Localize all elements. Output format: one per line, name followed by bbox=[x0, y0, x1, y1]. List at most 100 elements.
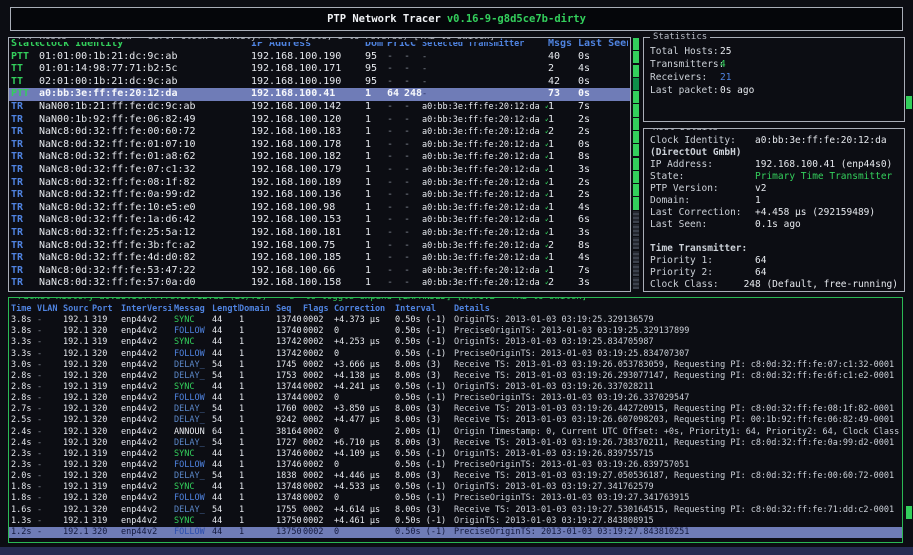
host-clock-identity-cell: NaNc8:0d:32:ff:fe:01:07:10 bbox=[39, 139, 251, 152]
statistics-label: Total Hosts: bbox=[650, 45, 720, 58]
host-details-label: (DirectOut GmbH) bbox=[650, 147, 755, 159]
packet-row[interactable]: 2.5s-192.1320enp44v2DELAY_54192420002+4.… bbox=[9, 415, 902, 426]
packet-interval-cell: 2.00s (1) bbox=[395, 427, 454, 438]
host-selected-transmitter-cell: a0:bb:3e:ff:fe:20:12:da ✓ bbox=[422, 139, 548, 152]
hosts-scrollbar-cell[interactable] bbox=[633, 104, 639, 116]
packet-row[interactable]: 3.3s-192.1320enp44v2FOLLOW44113742000200… bbox=[9, 349, 902, 360]
hosts-scrollbar-cell[interactable] bbox=[633, 277, 639, 289]
packet-messag-cell: DELAY_ bbox=[174, 404, 212, 415]
host-row[interactable]: TRNaNc8:0d:32:ff:fe:4d:d0:82192.168.100.… bbox=[9, 252, 630, 265]
host-msgs-cell: 1 bbox=[548, 265, 578, 278]
host-last-seen-cell: 3s bbox=[578, 227, 628, 240]
hosts-scrollbar-cell[interactable] bbox=[633, 211, 639, 223]
hosts-scrollbar-cell[interactable] bbox=[633, 118, 639, 130]
host-row[interactable]: TRNaNc8:0d:32:ff:fe:0a:99:d2192.168.100.… bbox=[9, 189, 630, 202]
packet-row[interactable]: 1.3s-192.1319enp44v2SYNC441137500002+4.4… bbox=[9, 516, 902, 527]
hosts-scrollbar-cell[interactable] bbox=[633, 237, 639, 249]
host-clock-identity-cell: NaNc8:0d:32:ff:fe:01:a8:62 bbox=[39, 151, 251, 164]
host-msgs-cell: 1 bbox=[548, 151, 578, 164]
packet-row[interactable]: 2.3s-192.1319enp44v2SYNC441137460002+4.1… bbox=[9, 449, 902, 460]
packet-row[interactable]: 2.8s-192.1319enp44v2SYNC441137440002+4.2… bbox=[9, 382, 902, 393]
host-row[interactable]: TRNaN00:1b:21:ff:fe:dc:9c:ab192.168.100.… bbox=[9, 101, 630, 114]
host-msgs-cell: 2 bbox=[548, 126, 578, 139]
transmitter-check-icon: ✓ bbox=[540, 165, 548, 175]
packet-port-cell: 320 bbox=[92, 505, 121, 516]
hosts-scrollbar-cell[interactable] bbox=[633, 224, 639, 236]
right-scrollbar-thumb[interactable] bbox=[906, 506, 912, 519]
statistics-value: 25 bbox=[720, 45, 731, 58]
hosts-scrollbar-cell[interactable] bbox=[633, 197, 639, 209]
host-row[interactable]: TT01:01:14:98:77:71:b2:5c192.168.100.171… bbox=[9, 63, 630, 76]
packet-row[interactable]: 3.8s-192.1320enp44v2FOLLOW44113740000200… bbox=[9, 326, 902, 337]
packet-versi-cell: v2 bbox=[147, 337, 174, 348]
packet-row[interactable]: 2.4s-192.1320enp44v2DELAY_54117270002+6.… bbox=[9, 438, 902, 449]
hosts-scrollbar-cell[interactable] bbox=[633, 51, 639, 63]
app-window: PTP Network Tracer v0.16-9-g8d5ce7b-dirt… bbox=[0, 0, 913, 555]
packet-seq-cell: 13750 bbox=[276, 516, 303, 527]
packet-details-cell: PreciseOriginTS: 2013-01-03 03:19:25.329… bbox=[454, 326, 900, 337]
statistics-label: Last packet: bbox=[650, 84, 720, 97]
packet-sourc-cell: 192.1 bbox=[63, 427, 92, 438]
packet-versi-cell: v2 bbox=[147, 404, 174, 415]
hosts-scrollbar-cell[interactable] bbox=[633, 131, 639, 143]
packet-row[interactable]: 1.8s-192.1320enp44v2FOLLOW44113748000200… bbox=[9, 493, 902, 504]
packet-row[interactable]: 2.8s-192.1320enp44v2FOLLOW44113744000200… bbox=[9, 393, 902, 404]
host-clock-class-cell: - bbox=[404, 202, 422, 215]
right-scrollbar-thumb[interactable] bbox=[906, 96, 912, 109]
packet-row[interactable]: 2.7s-192.1320enp44v2DELAY_54117600002+3.… bbox=[9, 404, 902, 415]
packet-correction-cell: +4.109 μs bbox=[334, 449, 395, 460]
host-row[interactable]: TRNaNc8:0d:32:ff:fe:1a:d6:42192.168.100.… bbox=[9, 214, 630, 227]
hosts-scrollbar-cell[interactable] bbox=[633, 264, 639, 276]
hosts-scrollbar-cell[interactable] bbox=[633, 171, 639, 183]
packet-domain-cell: 1 bbox=[239, 326, 276, 337]
host-state-cell: TR bbox=[11, 214, 39, 227]
host-selected-transmitter-cell: a0:bb:3e:ff:fe:20:12:da ✓ bbox=[422, 114, 548, 127]
host-priority-cell: - bbox=[387, 76, 404, 89]
hosts-scrollbar-cell[interactable] bbox=[633, 251, 639, 263]
host-row[interactable]: TRNaNc8:0d:32:ff:fe:01:a8:62192.168.100.… bbox=[9, 151, 630, 164]
packet-inter-cell: enp44 bbox=[121, 516, 147, 527]
host-priority-cell: - bbox=[387, 227, 404, 240]
packet-row[interactable]: 2.0s-192.1320enp44v2DELAY_54118380002+4.… bbox=[9, 471, 902, 482]
host-row[interactable]: TRNaNc8:0d:32:ff:fe:57:0a:d0192.168.100.… bbox=[9, 277, 630, 290]
packet-row[interactable]: 1.2s-192.1320enp44v2FOLLOW44113750000200… bbox=[9, 527, 902, 538]
host-selected-transmitter-cell: a0:bb:3e:ff:fe:20:12:da ✓ bbox=[422, 277, 548, 290]
host-row[interactable]: TRNaNc8:0d:32:ff:fe:25:5a:12192.168.100.… bbox=[9, 227, 630, 240]
host-row[interactable]: TRNaNc8:0d:32:ff:fe:07:c1:32192.168.100.… bbox=[9, 164, 630, 177]
packet-interval-cell: 8.00s (3) bbox=[395, 404, 454, 415]
right-scrollbar[interactable] bbox=[906, 37, 912, 543]
hosts-scrollbar-cell[interactable] bbox=[633, 158, 639, 170]
host-selected-transmitter-cell: a0:bb:3e:ff:fe:20:12:da ✓ bbox=[422, 189, 548, 202]
host-row[interactable]: TRNaN00:1b:92:ff:fe:06:82:49192.168.100.… bbox=[9, 114, 630, 127]
host-row[interactable]: TT02:01:00:1b:21:dc:9c:ab192.168.100.190… bbox=[9, 76, 630, 89]
hosts-scrollbar-cell[interactable] bbox=[633, 78, 639, 90]
host-row[interactable]: TRNaNc8:0d:32:ff:fe:3b:fc:a2192.168.100.… bbox=[9, 240, 630, 253]
hosts-scrollbar-cell[interactable] bbox=[633, 91, 639, 103]
host-row[interactable]: TRNaNc8:0d:32:ff:fe:00:60:72192.168.100.… bbox=[9, 126, 630, 139]
packet-vlan-cell: - bbox=[37, 438, 63, 449]
packet-row[interactable]: 2.8s-192.1320enp44v2DELAY_54117530002+4.… bbox=[9, 371, 902, 382]
packet-row[interactable]: 2.3s-192.1320enp44v2FOLLOW44113746000200… bbox=[9, 460, 902, 471]
packet-sourc-cell: 192.1 bbox=[63, 415, 92, 426]
packet-row[interactable]: 1.6s-192.1320enp44v2DELAY_54117550002+4.… bbox=[9, 505, 902, 516]
hosts-scrollbar-cell[interactable] bbox=[633, 65, 639, 77]
packet-details-cell: PreciseOriginTS: 2013-01-03 03:19:27.341… bbox=[454, 493, 900, 504]
host-row[interactable]: TRNaNc8:0d:32:ff:fe:08:1f:82192.168.100.… bbox=[9, 177, 630, 190]
hosts-scrollbar-cell[interactable] bbox=[633, 38, 639, 50]
host-row[interactable]: TRNaNc8:0d:32:ff:fe:10:e5:e0192.168.100.… bbox=[9, 202, 630, 215]
host-row[interactable]: PTTa0:bb:3e:ff:fe:20:12:da192.168.100.41… bbox=[9, 88, 630, 101]
packet-row[interactable]: 1.8s-192.1319enp44v2SYNC441137480002+4.5… bbox=[9, 482, 902, 493]
hosts-scrollbar-cell[interactable] bbox=[633, 184, 639, 196]
host-row[interactable]: TRNaNc8:0d:32:ff:fe:53:47:22192.168.100.… bbox=[9, 265, 630, 278]
hosts-scrollbar[interactable] bbox=[633, 38, 639, 290]
packet-row[interactable]: 3.8s-192.1319enp44v2SYNC441137400002+4.3… bbox=[9, 315, 902, 326]
packet-vlan-cell: - bbox=[37, 315, 63, 326]
packet-row[interactable]: 3.3s-192.1319enp44v2SYNC441137420002+4.2… bbox=[9, 337, 902, 348]
host-row[interactable]: TRNaNc8:0d:32:ff:fe:01:07:10192.168.100.… bbox=[9, 139, 630, 152]
host-row[interactable]: PTT01:01:00:1b:21:dc:9c:ab192.168.100.19… bbox=[9, 51, 630, 64]
packet-row[interactable]: 2.4s-192.1320enp44v2ANNOUN64138164000202… bbox=[9, 427, 902, 438]
host-msgs-cell: 1 bbox=[548, 177, 578, 190]
hosts-scrollbar-cell[interactable] bbox=[633, 144, 639, 156]
packet-row[interactable]: 3.0s-192.1320enp44v2DELAY_54117450002+3.… bbox=[9, 360, 902, 371]
packet-correction-cell: +4.533 μs bbox=[334, 482, 395, 493]
